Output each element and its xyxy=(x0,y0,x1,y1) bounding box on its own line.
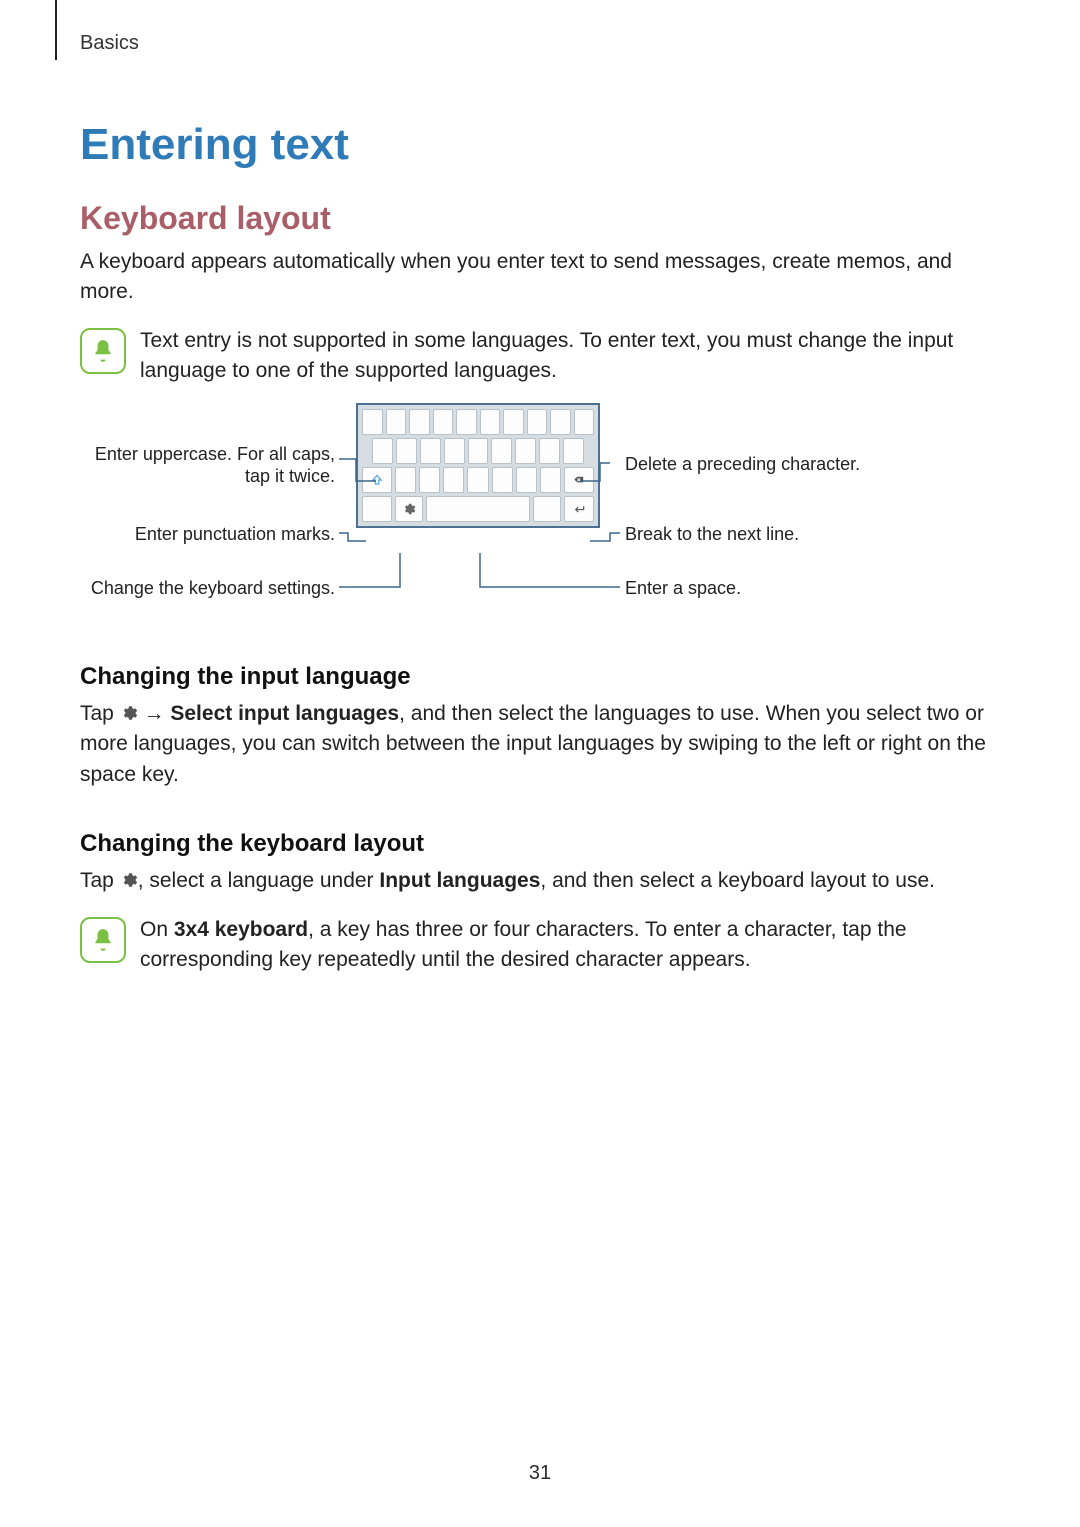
key-blank xyxy=(362,409,383,435)
key-blank xyxy=(433,409,454,435)
key-blank xyxy=(456,409,477,435)
callout-uppercase: Enter uppercase. For all caps, tap it tw… xyxy=(80,443,335,488)
note-language-support: Text entry is not supported in some lang… xyxy=(80,326,1000,387)
key-blank xyxy=(443,467,464,493)
key-blank xyxy=(372,438,393,464)
subheading-input-language: Changing the input language xyxy=(80,663,1000,691)
key-blank xyxy=(419,467,440,493)
callout-space: Enter a space. xyxy=(625,577,925,600)
intro-paragraph: A keyboard appears automatically when yo… xyxy=(80,247,1000,308)
bold-text: Select input languages xyxy=(170,702,399,725)
key-blank xyxy=(516,467,537,493)
gear-icon xyxy=(120,868,138,886)
page-title: Entering text xyxy=(80,120,1000,170)
key-blank xyxy=(467,467,488,493)
key-blank xyxy=(503,409,524,435)
note-text: Text entry is not supported in some lang… xyxy=(140,326,1000,387)
key-blank xyxy=(550,409,571,435)
key-blank xyxy=(396,438,417,464)
note-bell-icon xyxy=(80,917,126,963)
text: , and then select a keyboard layout to u… xyxy=(540,869,935,892)
paragraph-input-language: Tap → Select input languages, and then s… xyxy=(80,699,1000,790)
header-divider xyxy=(55,0,57,60)
callout-punctuation: Enter punctuation marks. xyxy=(80,523,335,546)
key-blank xyxy=(386,409,407,435)
callout-delete: Delete a preceding character. xyxy=(625,453,925,476)
key-blank xyxy=(540,467,561,493)
text: → xyxy=(138,702,171,725)
settings-key xyxy=(395,496,423,522)
key-blank xyxy=(491,438,512,464)
text: On xyxy=(140,918,174,941)
key-blank xyxy=(539,438,560,464)
note-bell-icon xyxy=(80,328,126,374)
running-header: Basics xyxy=(80,32,139,55)
key-blank xyxy=(515,438,536,464)
symbols-key xyxy=(362,496,392,522)
backspace-key xyxy=(564,467,594,493)
key-blank xyxy=(420,438,441,464)
key-blank xyxy=(409,409,430,435)
key-blank xyxy=(492,467,513,493)
text: , select a language under xyxy=(138,869,380,892)
bold-text: 3x4 keyboard xyxy=(174,918,308,941)
gear-icon xyxy=(120,701,138,719)
paragraph-keyboard-layout: Tap , select a language under Input lang… xyxy=(80,866,1000,896)
text: Tap xyxy=(80,869,120,892)
subheading-keyboard-layout: Changing the keyboard layout xyxy=(80,830,1000,858)
key-blank xyxy=(468,438,489,464)
page-number: 31 xyxy=(0,1462,1080,1485)
period-key xyxy=(533,496,561,522)
text: Tap xyxy=(80,702,120,725)
keyboard-graphic xyxy=(356,403,600,528)
key-blank xyxy=(444,438,465,464)
key-blank xyxy=(574,409,595,435)
callout-settings: Change the keyboard settings. xyxy=(80,577,335,600)
enter-key xyxy=(564,496,594,522)
manual-page: Basics Entering text Keyboard layout A k… xyxy=(0,0,1080,1527)
space-key xyxy=(426,496,530,522)
note-text: On 3x4 keyboard, a key has three or four… xyxy=(140,915,1000,976)
bold-text: Input languages xyxy=(379,869,540,892)
callout-nextline: Break to the next line. xyxy=(625,523,925,546)
key-blank xyxy=(395,467,416,493)
key-blank xyxy=(563,438,584,464)
key-blank xyxy=(527,409,548,435)
key-blank xyxy=(480,409,501,435)
note-3x4-keyboard: On 3x4 keyboard, a key has three or four… xyxy=(80,915,1000,976)
shift-key xyxy=(362,467,392,493)
keyboard-diagram: Enter uppercase. For all caps, tap it tw… xyxy=(80,403,1000,623)
section-heading-keyboard-layout: Keyboard layout xyxy=(80,200,1000,237)
